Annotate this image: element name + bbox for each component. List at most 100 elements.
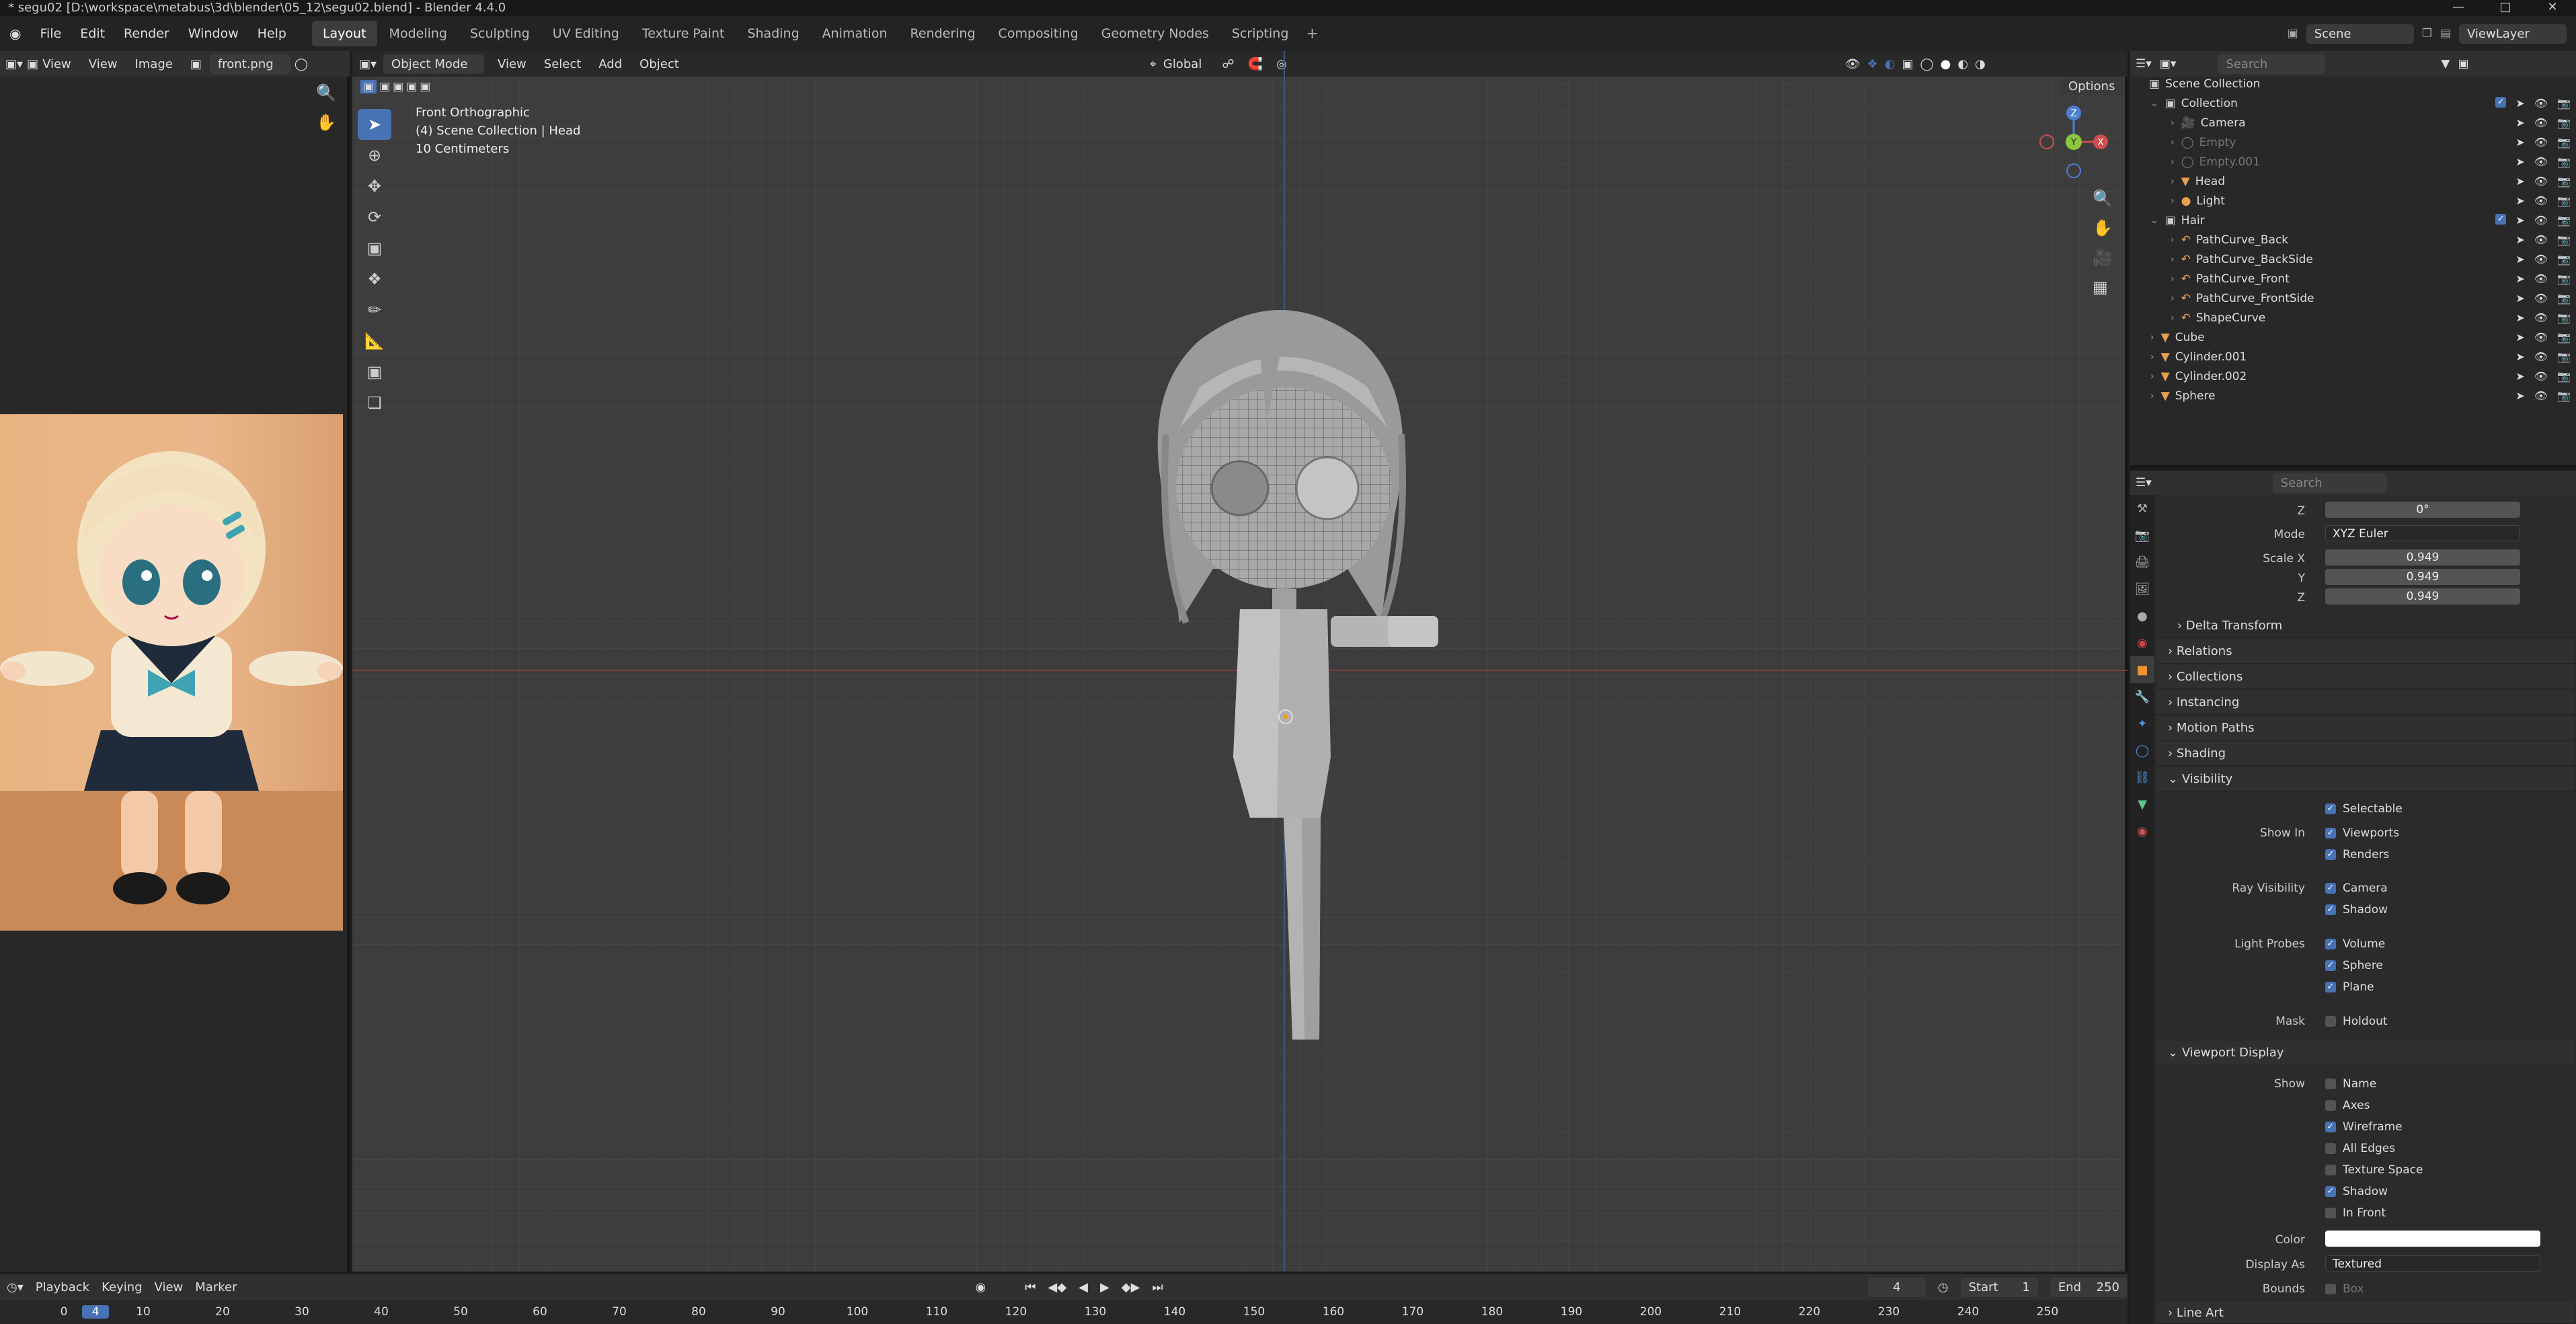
disclosure-triangle-icon[interactable]: › bbox=[2171, 137, 2175, 148]
minimize-icon[interactable]: — bbox=[2435, 0, 2482, 16]
disclosure-triangle-icon[interactable]: › bbox=[2150, 391, 2154, 401]
outliner-item-hair[interactable]: ⌄ ▣ Hair ✓ ➤ 👁 📷 bbox=[2130, 210, 2576, 230]
snap-icon[interactable]: 🧲 bbox=[1248, 57, 1263, 71]
outliner-item-empty-001[interactable]: › ◯ Empty.001 ➤ 👁 📷 bbox=[2130, 152, 2576, 171]
scale-x-field[interactable]: 0.949 bbox=[2325, 549, 2520, 566]
holdout-checkbox[interactable]: Holdout bbox=[2325, 1015, 2388, 1028]
exclude-checkbox[interactable]: ✓ bbox=[2495, 97, 2507, 108]
3d-viewport[interactable]: ▣▾ Object Mode View Select Add Object ⌖ … bbox=[352, 51, 2128, 1272]
select-box-tool-icon[interactable]: ➤ bbox=[358, 109, 391, 140]
rotate-tool-icon[interactable]: ⟳ bbox=[358, 202, 391, 233]
close-icon[interactable]: ✕ bbox=[2529, 0, 2576, 16]
proportional-edit-icon[interactable]: ◎ bbox=[1276, 57, 1287, 71]
select-subtract-icon[interactable]: ▣ bbox=[393, 80, 403, 93]
move-tool-icon[interactable]: ✥ bbox=[358, 171, 391, 202]
visibility-panel[interactable]: ⌄ Visibility bbox=[2157, 767, 2574, 791]
camera-render-icon[interactable]: 📷 bbox=[2557, 136, 2571, 149]
workspace-tab-modeling[interactable]: Modeling bbox=[379, 21, 458, 46]
object-tab-icon[interactable]: ■ bbox=[2130, 656, 2154, 683]
ortho-grid-icon[interactable]: ▦ bbox=[2093, 278, 2113, 297]
viewport-view-menu[interactable]: View bbox=[498, 57, 526, 71]
viewport-object-menu[interactable]: Object bbox=[639, 57, 679, 71]
camera-render-icon[interactable]: 📷 bbox=[2557, 370, 2571, 383]
outliner-item-empty[interactable]: › ◯ Empty ➤ 👁 📷 bbox=[2130, 132, 2576, 152]
measure-tool-icon[interactable]: 📐 bbox=[358, 325, 391, 356]
show-texture-space-checkbox[interactable]: Texture Space bbox=[2325, 1163, 2423, 1177]
instancing-panel[interactable]: › Instancing bbox=[2157, 691, 2574, 715]
eye-icon[interactable]: 👁 bbox=[2534, 233, 2548, 246]
select-extend-icon[interactable]: ▣ bbox=[379, 80, 390, 93]
disclosure-triangle-icon[interactable]: › bbox=[2171, 254, 2175, 265]
disclosure-triangle-icon[interactable]: › bbox=[2171, 176, 2175, 187]
camera-render-icon[interactable]: 📷 bbox=[2557, 155, 2571, 168]
eye-icon[interactable]: 👁 bbox=[2534, 253, 2548, 266]
eye-icon[interactable]: 👁 bbox=[2534, 194, 2548, 207]
add-object-tool-icon[interactable]: ❏ bbox=[358, 387, 391, 418]
view-mode-icon[interactable]: ▣ bbox=[27, 57, 38, 71]
bounds-checkbox[interactable]: Box bbox=[2325, 1282, 2364, 1296]
select-new-icon[interactable]: ▣ bbox=[360, 80, 377, 93]
show-all-edges-checkbox[interactable]: All Edges bbox=[2325, 1142, 2395, 1155]
select-invert-icon[interactable]: ▣ bbox=[406, 80, 417, 93]
selectable-arrow-icon[interactable]: ➤ bbox=[2515, 175, 2524, 188]
pivot-icon[interactable]: ☍ bbox=[1222, 57, 1234, 71]
show-axes-checkbox[interactable]: Axes bbox=[2325, 1099, 2370, 1112]
jump-keyframe-back-icon[interactable]: ◀◆ bbox=[1048, 1280, 1066, 1294]
overlay-toggle-icon[interactable]: ◐ bbox=[1885, 57, 1896, 71]
shading-solid-icon[interactable]: ● bbox=[1941, 57, 1951, 71]
workspace-tab-geometry-nodes[interactable]: Geometry Nodes bbox=[1091, 21, 1220, 46]
workspace-tab-animation[interactable]: Animation bbox=[812, 21, 898, 46]
image-browse-icon[interactable]: ▣ bbox=[190, 57, 202, 71]
options-button[interactable]: Options bbox=[2060, 78, 2123, 95]
workspace-tab-sculpting[interactable]: Sculpting bbox=[459, 21, 541, 46]
transform-tool-icon[interactable]: ❖ bbox=[358, 264, 391, 295]
collections-panel[interactable]: › Collections bbox=[2157, 665, 2574, 689]
eye-icon[interactable]: 👁 bbox=[2534, 331, 2548, 344]
eye-icon[interactable]: 👁 bbox=[2534, 175, 2548, 188]
current-frame-field[interactable]: 4 bbox=[1867, 1277, 1926, 1297]
outliner-item-cylinder-002[interactable]: › ▼ Cylinder.002 ➤ 👁 📷 bbox=[2130, 366, 2576, 386]
scale-tool-icon[interactable]: ▣ bbox=[358, 233, 391, 264]
show-shadow-checkbox[interactable]: ✓ Shadow bbox=[2325, 1185, 2388, 1198]
outliner-search-input[interactable]: Search bbox=[2218, 54, 2326, 74]
outliner-item-camera[interactable]: › 🎥 Camera ➤ 👁 📷 bbox=[2130, 113, 2576, 132]
visibility-icon[interactable]: 👁 bbox=[1845, 57, 1861, 71]
motion-paths-panel[interactable]: › Motion Paths bbox=[2157, 716, 2574, 740]
zoom-icon[interactable]: 🔍 bbox=[2093, 189, 2113, 208]
disclosure-triangle-icon[interactable]: ⌄ bbox=[2150, 215, 2158, 226]
jump-keyframe-forward-icon[interactable]: ◆▶ bbox=[1122, 1280, 1140, 1294]
blender-logo-icon[interactable]: ◉ bbox=[0, 26, 30, 42]
outliner-item-pathcurve-front[interactable]: › ↶ PathCurve_Front ➤ 👁 📷 bbox=[2130, 269, 2576, 288]
camera-render-icon[interactable]: 📷 bbox=[2557, 175, 2571, 188]
outliner-item-pathcurve-backside[interactable]: › ↶ PathCurve_BackSide ➤ 👁 📷 bbox=[2130, 249, 2576, 269]
disclosure-triangle-icon[interactable]: ⌄ bbox=[2150, 98, 2158, 109]
disclosure-triangle-icon[interactable]: › bbox=[2150, 332, 2154, 343]
eye-icon[interactable]: 👁 bbox=[2534, 155, 2548, 168]
camera-render-icon[interactable]: 📷 bbox=[2557, 214, 2571, 227]
show-wireframe-checkbox[interactable]: ✓ Wireframe bbox=[2325, 1120, 2403, 1134]
shading-wireframe-icon[interactable]: ◯ bbox=[1920, 57, 1933, 71]
properties-search-input[interactable]: Search bbox=[2272, 473, 2387, 493]
image-menu[interactable]: Image bbox=[135, 57, 173, 71]
renders-checkbox[interactable]: ✓ Renders bbox=[2325, 848, 2389, 861]
image-filename[interactable]: front.png bbox=[209, 54, 290, 74]
workspace-tab-rendering[interactable]: Rendering bbox=[900, 21, 986, 46]
workspace-tab-shading[interactable]: Shading bbox=[736, 21, 810, 46]
selectable-arrow-icon[interactable]: ➤ bbox=[2515, 272, 2524, 285]
disclosure-triangle-icon[interactable]: › bbox=[2150, 352, 2154, 362]
selectable-arrow-icon[interactable]: ➤ bbox=[2515, 155, 2524, 168]
sphere-checkbox[interactable]: ✓ Sphere bbox=[2325, 959, 2383, 972]
workspace-tab-texture-paint[interactable]: Texture Paint bbox=[631, 21, 736, 46]
scene-tab-icon[interactable]: ● bbox=[2130, 602, 2154, 629]
viewport-editor-type-icon[interactable]: ▣▾ bbox=[359, 57, 377, 71]
camera-render-icon[interactable]: 📷 bbox=[2557, 253, 2571, 266]
mode-selector[interactable]: Object Mode bbox=[383, 54, 485, 74]
select-intersect-icon[interactable]: ▣ bbox=[420, 80, 430, 93]
play-icon[interactable]: ▶ bbox=[1100, 1280, 1109, 1294]
camera-render-icon[interactable]: 📷 bbox=[2557, 194, 2571, 207]
exclude-checkbox[interactable]: ✓ bbox=[2495, 214, 2507, 225]
navigation-gizmo[interactable]: Z Y X bbox=[2033, 105, 2114, 179]
material-tab-icon[interactable]: ◉ bbox=[2130, 818, 2154, 845]
ray-shadow-checkbox[interactable]: ✓ Shadow bbox=[2325, 903, 2388, 917]
outliner-item-collection[interactable]: ⌄ ▣ Collection ✓ ➤ 👁 📷 bbox=[2130, 93, 2576, 113]
